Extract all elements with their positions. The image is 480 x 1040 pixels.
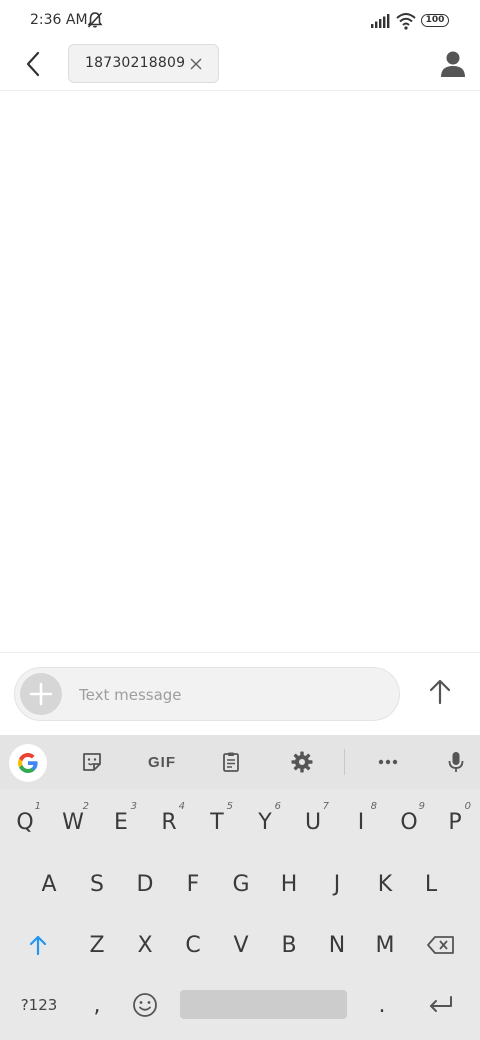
backspace-icon [427, 936, 454, 954]
key-a[interactable]: A [25, 859, 73, 909]
plus-icon [29, 682, 53, 706]
keyboard-toolbar: GIF [0, 735, 480, 789]
bell-off-icon [87, 12, 103, 28]
status-time: 2:36 AM [30, 12, 88, 28]
emoji-key[interactable] [121, 980, 169, 1030]
space-key[interactable] [180, 990, 347, 1019]
symbols-key[interactable]: ?123 [14, 980, 64, 1030]
recipient-number: 18730218809 [85, 55, 186, 71]
wifi-icon [396, 13, 416, 30]
key-n[interactable]: N [313, 920, 361, 970]
send-arrow-icon[interactable] [424, 676, 456, 708]
toolbar-separator [344, 749, 345, 775]
key-l[interactable]: L [407, 859, 455, 909]
message-input[interactable] [77, 680, 381, 710]
emoji-icon [133, 993, 157, 1017]
messaging-screen: 2:36 AM 100 18730218809 Text message GIF… [0, 0, 480, 1040]
signal-icon [371, 14, 390, 28]
gif-label: GIF [148, 753, 176, 771]
person-icon[interactable] [440, 50, 466, 78]
gear-icon[interactable] [287, 747, 317, 777]
comma-key[interactable]: , [73, 980, 121, 1030]
shift-key[interactable] [14, 920, 62, 970]
period-key[interactable]: . [358, 980, 406, 1030]
compose-field[interactable] [14, 667, 400, 721]
key-k[interactable]: K [361, 859, 409, 909]
recipient-chip[interactable]: 18730218809 [68, 44, 219, 83]
key-j[interactable]: J [313, 859, 361, 909]
sticker-icon[interactable] [77, 747, 107, 777]
shift-arrow-icon [29, 935, 47, 956]
status-bar: 2:36 AM 100 [0, 0, 480, 42]
battery-icon: 100 [421, 14, 449, 27]
key-x[interactable]: X [121, 920, 169, 970]
message-list [0, 91, 480, 652]
key-z[interactable]: Z [73, 920, 121, 970]
key-h[interactable]: H [265, 859, 313, 909]
key-e[interactable]: E3 [97, 797, 145, 847]
key-r[interactable]: R4 [145, 797, 193, 847]
key-d[interactable]: D [121, 859, 169, 909]
key-u[interactable]: U7 [289, 797, 337, 847]
key-q[interactable]: Q1 [1, 797, 49, 847]
conversation-header: 18730218809 [0, 42, 480, 91]
close-icon[interactable] [189, 57, 203, 71]
key-m[interactable]: M [361, 920, 409, 970]
key-c[interactable]: C [169, 920, 217, 970]
clipboard-icon[interactable] [216, 747, 246, 777]
mic-icon[interactable] [441, 747, 471, 777]
enter-key[interactable] [417, 980, 465, 1030]
key-g[interactable]: G [217, 859, 265, 909]
enter-icon [430, 996, 452, 1012]
backspace-key[interactable] [417, 920, 465, 970]
compose-divider [0, 652, 480, 653]
key-t[interactable]: T5 [193, 797, 241, 847]
keyboard: GIF Q 1 W 2 E 3 R 4 T 5 Y 6 U 7 I 8 O 9 … [0, 735, 480, 1040]
key-i[interactable]: I8 [337, 797, 385, 847]
key-o[interactable]: O9 [385, 797, 433, 847]
google-icon[interactable] [9, 744, 47, 782]
key-b[interactable]: B [265, 920, 313, 970]
key-f[interactable]: F [169, 859, 217, 909]
more-icon[interactable] [373, 747, 403, 777]
key-y[interactable]: Y6 [241, 797, 289, 847]
back-arrow-icon[interactable] [18, 48, 50, 80]
key-v[interactable]: V [217, 920, 265, 970]
key-w[interactable]: W2 [49, 797, 97, 847]
key-p[interactable]: P0 [431, 797, 479, 847]
key-s[interactable]: S [73, 859, 121, 909]
gif-button[interactable]: GIF [142, 747, 182, 777]
attach-button[interactable] [20, 673, 62, 715]
